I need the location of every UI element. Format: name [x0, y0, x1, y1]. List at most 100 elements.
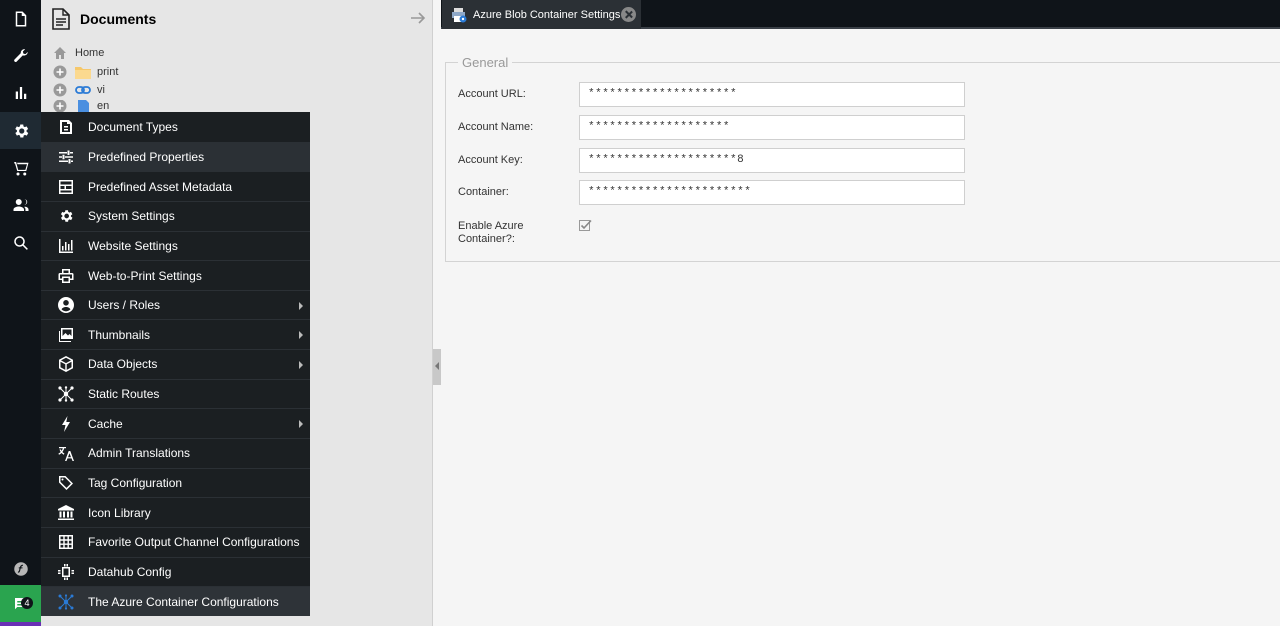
search-icon[interactable] [0, 224, 41, 261]
metadata-icon [58, 179, 74, 195]
library-icon [58, 504, 74, 521]
tag-icon [58, 475, 74, 491]
document-icon [52, 7, 70, 30]
menu-item-label: Web-to-Print Settings [88, 268, 202, 283]
page-icon [78, 100, 89, 112]
tree-node-label: vi [97, 84, 105, 96]
menu-item-predefined-properties[interactable]: Predefined Properties [41, 141, 310, 172]
menu-item-label: Static Routes [88, 387, 160, 402]
wrench-icon[interactable] [0, 37, 41, 74]
panel-collapse-handle[interactable] [433, 349, 441, 385]
container-row: Container: *********************** [458, 180, 965, 205]
sliders-icon [58, 149, 74, 165]
menu-item-label: Cache [88, 416, 123, 431]
menu-item-admin-translations[interactable]: Admin Translations [41, 438, 310, 468]
symfony-icon[interactable] [0, 550, 41, 587]
tree-node-label: print [97, 66, 119, 78]
menu-item-users-roles[interactable]: Users / Roles [41, 289, 310, 320]
close-icon[interactable] [621, 7, 636, 22]
bar-chart-icon[interactable] [0, 74, 41, 111]
grid-icon [58, 534, 74, 550]
chip-icon [58, 563, 74, 580]
menu-item-label: Data Objects [88, 357, 158, 372]
menu-item-tag-configuration[interactable]: Tag Configuration [41, 467, 310, 498]
general-fieldset: General Account URL: *******************… [445, 55, 1280, 262]
enable-azure-row: Enable Azure Container?: [458, 219, 592, 246]
tree-node-print[interactable]: print [53, 63, 118, 81]
tree-node-home[interactable]: Home [53, 44, 104, 62]
menu-item-datahub-config[interactable]: Datahub Config [41, 556, 310, 587]
account-name-field[interactable]: ******************** [579, 115, 965, 140]
menu-item-thumbnails[interactable]: Thumbnails [41, 319, 310, 349]
notification-count-badge: 4 [21, 597, 33, 609]
menu-item-label: Predefined Properties [88, 149, 205, 164]
tree-node-label: en [97, 100, 110, 112]
submenu-arrow-icon [299, 361, 303, 370]
printer-icon [58, 268, 74, 284]
menu-item-label: The Azure Container Configurations [88, 594, 279, 609]
azure-icon [58, 593, 74, 610]
account-name-row: Account Name: ******************** [458, 115, 965, 140]
lightning-icon [58, 415, 74, 432]
container-label: Container: [458, 186, 509, 198]
menu-item-label: System Settings [88, 209, 175, 224]
menu-item-icon-library[interactable]: Icon Library [41, 497, 310, 527]
account-key-field[interactable]: *********************8 [579, 148, 965, 173]
arrow-right-icon[interactable] [410, 10, 426, 26]
menu-item-label: Website Settings [88, 238, 178, 253]
document-icon[interactable] [0, 0, 41, 37]
tab-title: Azure Blob Container Settings [473, 8, 621, 21]
menu-item-document-types[interactable]: Document Types [41, 112, 310, 142]
expand-icon[interactable] [53, 100, 67, 112]
notifications-button[interactable]: 4 [0, 585, 41, 622]
cart-icon[interactable] [0, 149, 41, 186]
menu-item-web-to-print-settings[interactable]: Web-to-Print Settings [41, 260, 310, 290]
rail-bottom-accent [0, 622, 41, 626]
tree-node-label: Home [75, 47, 105, 59]
menu-item-label: Icon Library [88, 505, 151, 520]
fieldset-legend: General [458, 55, 513, 70]
account-key-label: Account Key: [458, 154, 523, 166]
menu-item-azure-container-configurations[interactable]: The Azure Container Configurations [41, 586, 310, 616]
routes-icon [58, 386, 74, 402]
enable-azure-checkbox[interactable] [579, 219, 592, 232]
expand-icon[interactable] [53, 83, 67, 97]
home-icon [54, 47, 66, 59]
account-url-field[interactable]: ********************* [579, 82, 965, 107]
menu-item-website-settings[interactable]: Website Settings [41, 230, 310, 261]
menu-item-label: Admin Translations [88, 446, 191, 461]
gear-icon [58, 208, 74, 224]
menu-item-predefined-asset-metadata[interactable]: Predefined Asset Metadata [41, 171, 310, 201]
user-circle-icon [58, 297, 74, 314]
enable-azure-label-line2: Container?: [458, 233, 515, 245]
printer-settings-icon [452, 7, 467, 22]
tab-azure-blob-container-settings[interactable]: Azure Blob Container Settings [442, 0, 641, 29]
main-nav-rail: 4 [0, 0, 41, 626]
menu-item-label: Thumbnails [88, 327, 151, 342]
menu-item-cache[interactable]: Cache [41, 408, 310, 438]
tree-node-en[interactable]: en [53, 100, 109, 112]
menu-item-system-settings[interactable]: System Settings [41, 200, 310, 231]
submenu-arrow-icon [299, 420, 303, 429]
tree-node-vi[interactable]: vi [53, 81, 105, 99]
submenu-arrow-icon [299, 301, 303, 310]
main-content: Azure Blob Container Settings General Ac… [441, 0, 1280, 626]
expand-icon[interactable] [53, 65, 67, 79]
menu-item-label: Predefined Asset Metadata [88, 179, 233, 194]
menu-item-static-routes[interactable]: Static Routes [41, 378, 310, 409]
gear-icon[interactable] [0, 112, 41, 149]
cube-icon [58, 356, 74, 373]
enable-azure-label-line1: Enable Azure [458, 220, 524, 232]
menu-item-data-objects[interactable]: Data Objects [41, 349, 310, 379]
container-field[interactable]: *********************** [579, 180, 965, 205]
account-url-row: Account URL: ********************* [458, 82, 965, 107]
menu-item-label: Document Types [88, 119, 178, 134]
menu-item-label: Favorite Output Channel Configurations [88, 535, 300, 550]
account-key-row: Account Key: *********************8 [458, 148, 965, 173]
users-icon[interactable] [0, 186, 41, 223]
menu-item-label: Tag Configuration [88, 476, 183, 490]
menu-item-favorite-output-channel[interactable]: Favorite Output Channel Configurations [41, 526, 310, 557]
account-name-label: Account Name: [458, 121, 534, 133]
chart-icon [58, 238, 74, 254]
settings-flyout-menu: Document Types Predefined Properties Pre… [41, 112, 310, 616]
